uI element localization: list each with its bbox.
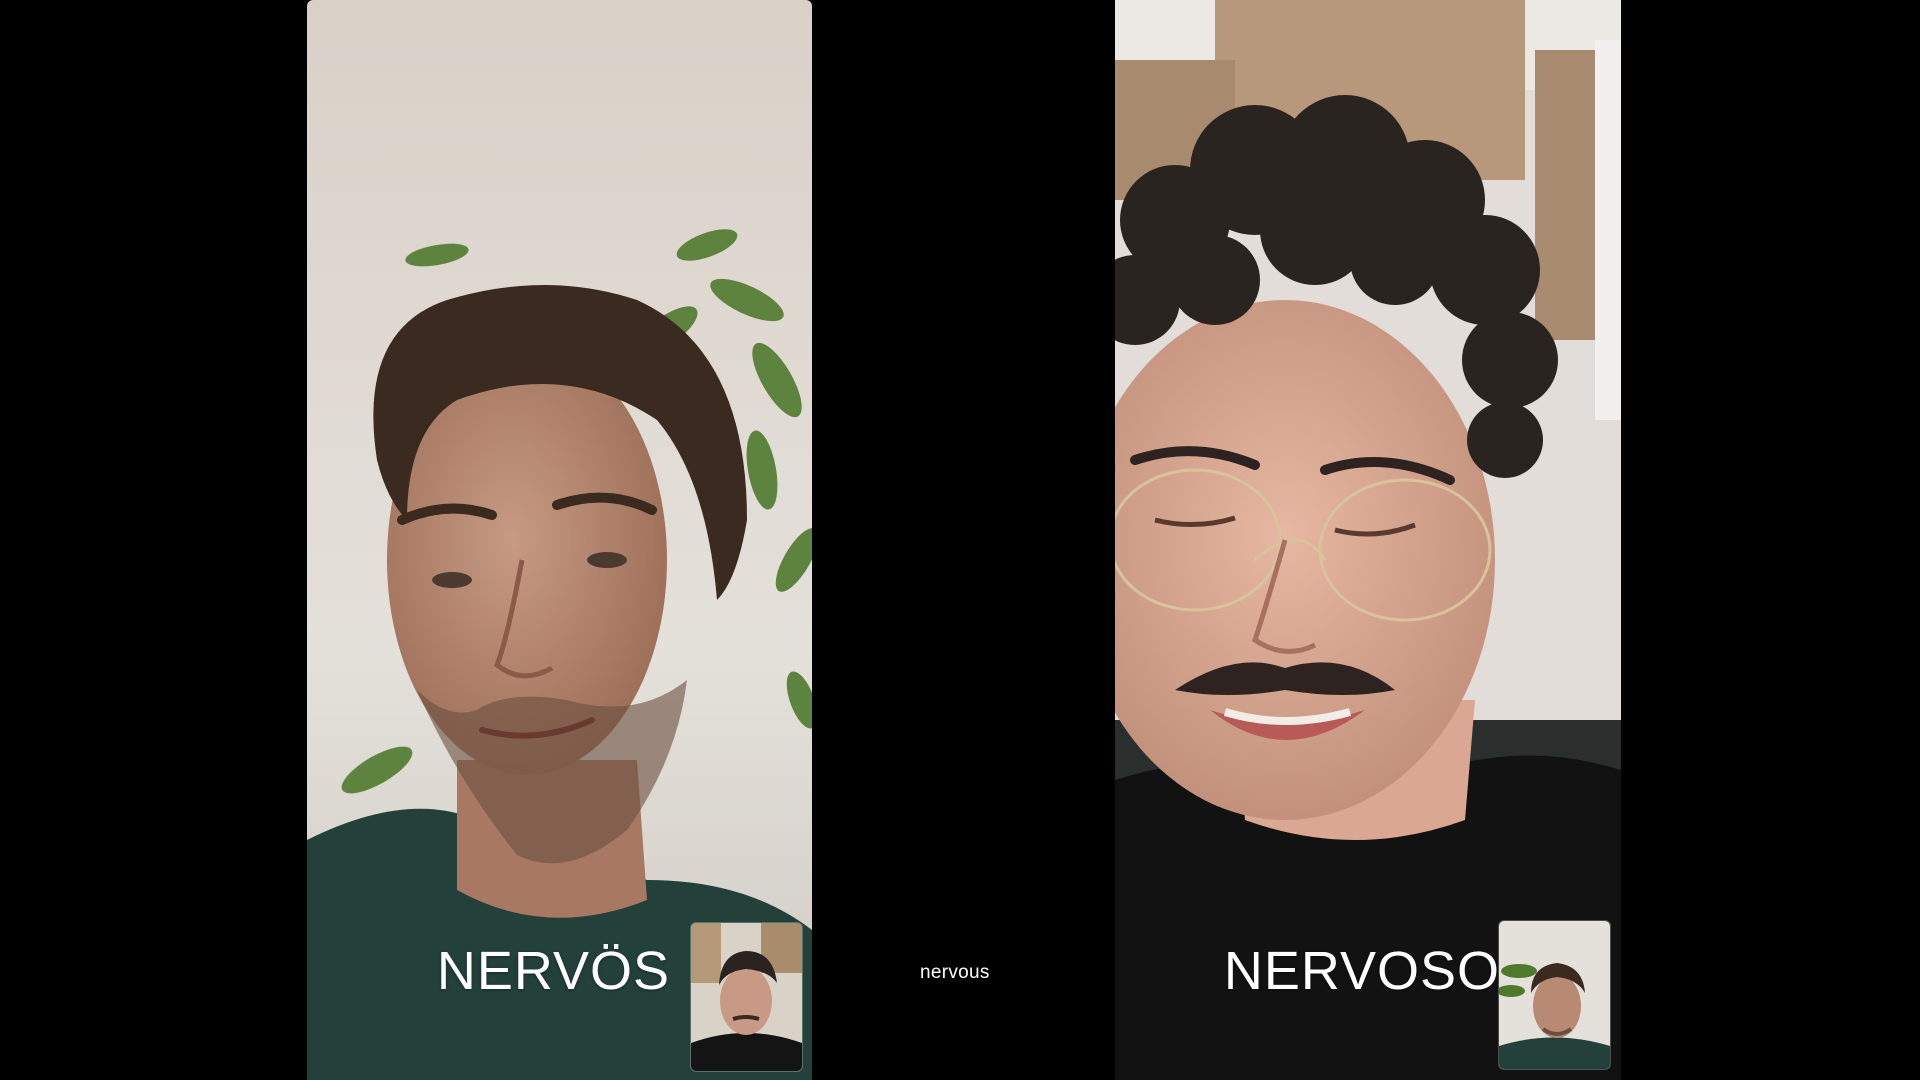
self-view-thumbnail-icon	[1499, 921, 1610, 1069]
split-screen-stage: NERVÖS nervous NERVOSO	[0, 0, 1920, 1080]
word-caption-left: NERVÖS	[436, 941, 670, 1001]
left-video-call-panel: NERVÖS	[307, 0, 812, 1080]
self-view-thumbnail-left[interactable]	[690, 922, 803, 1072]
translation-caption: nervous	[920, 962, 990, 983]
left-video-feed	[307, 0, 812, 1080]
self-view-thumbnail-right[interactable]	[1498, 920, 1611, 1070]
word-caption-right: NERVOSO	[1223, 941, 1500, 1001]
right-video-feed	[1115, 0, 1621, 1080]
right-video-call-panel: NERVOSO	[1115, 0, 1621, 1080]
self-view-thumbnail-icon	[691, 923, 802, 1071]
